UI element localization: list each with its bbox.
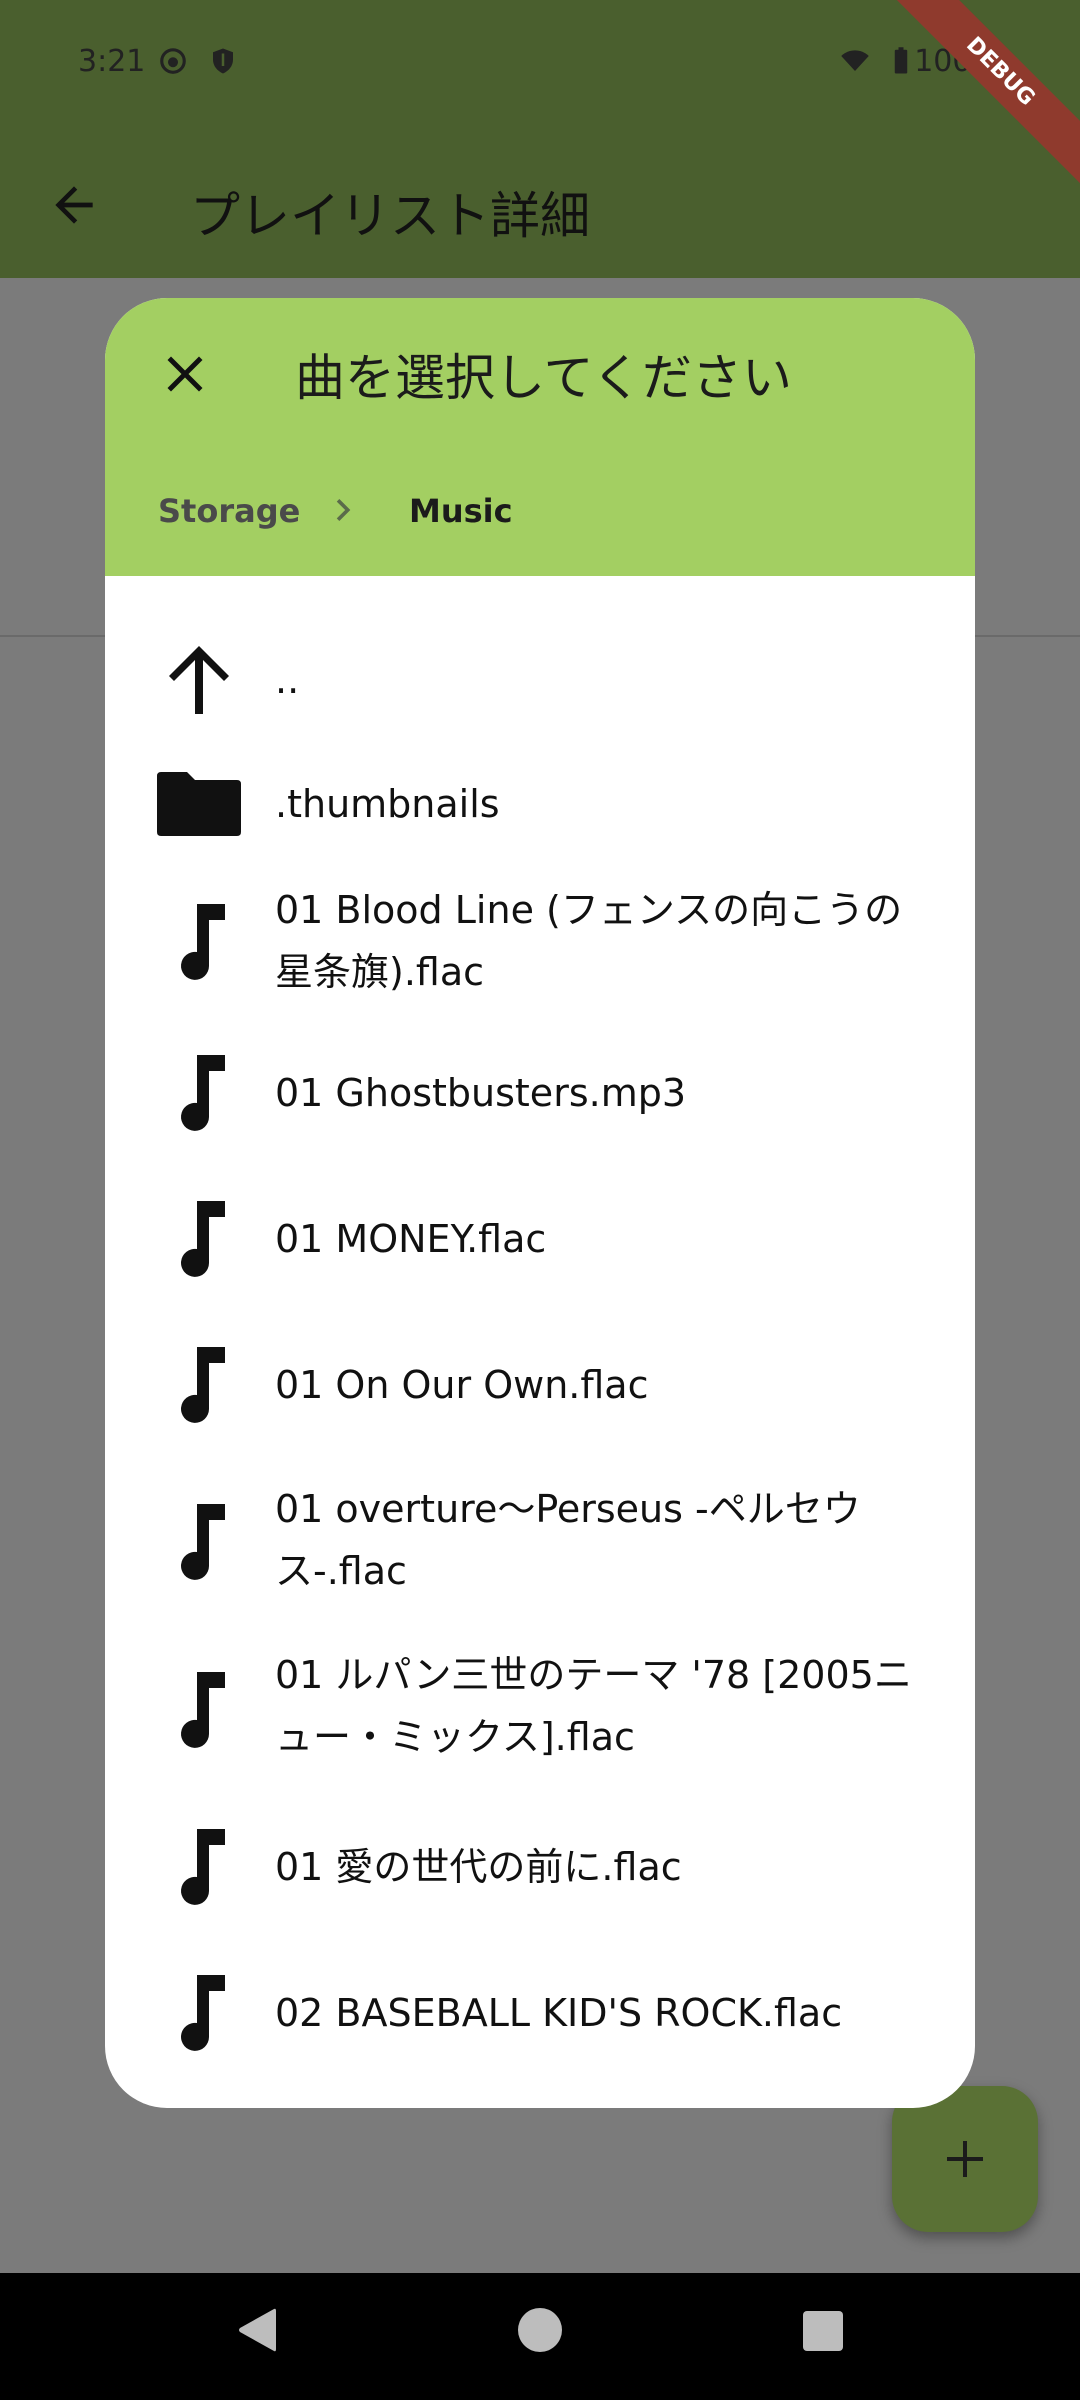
- music-note-icon: [181, 1829, 225, 1905]
- list-item-label: .thumbnails: [275, 782, 500, 826]
- nav-back-icon[interactable]: [234, 2305, 280, 2355]
- chevron-right-icon: [336, 499, 351, 521]
- list-item-audio[interactable]: 01 ルパン三世のテーマ '78 [2005ニュー・ミックス].flac: [105, 1626, 975, 1794]
- status-app-icon: [160, 48, 186, 74]
- music-note-icon: [181, 904, 225, 980]
- list-item-label: 01 愛の世代の前に.flac: [275, 1845, 682, 1889]
- music-note-icon: [181, 1672, 225, 1748]
- list-item-audio[interactable]: 01 愛の世代の前に.flac: [105, 1794, 975, 1940]
- status-time: 3:21: [78, 44, 146, 79]
- dialog-header: 曲を選択してください Storage Music: [105, 298, 975, 576]
- folder-icon: [157, 772, 241, 836]
- back-arrow-icon[interactable]: [46, 177, 102, 233]
- music-note-icon: [181, 1201, 225, 1277]
- list-item-audio[interactable]: 01 MONEY.flac: [105, 1166, 975, 1312]
- breadcrumb-storage[interactable]: Storage: [158, 492, 300, 530]
- system-nav-bar: [0, 2273, 1080, 2400]
- list-item-label: 01 ルパン三世のテーマ '78 [2005ニュー・ミックス].flac: [275, 1653, 912, 1759]
- list-item-audio[interactable]: 01 On Our Own.flac: [105, 1312, 975, 1458]
- list-item-label: 01 Blood Line (フェンスの向こうの星条旗).flac: [275, 888, 903, 994]
- wifi-icon: [841, 50, 869, 71]
- list-item-audio[interactable]: 01 Blood Line (フェンスの向こうの星条旗).flac: [105, 864, 975, 1020]
- list-item-audio[interactable]: 02 BASEBALL KID'S ROCK.flac: [105, 1940, 975, 2086]
- shield-icon: [213, 48, 233, 74]
- nav-recents-icon[interactable]: [802, 2310, 844, 2352]
- list-item-label: 01 MONEY.flac: [275, 1217, 547, 1261]
- nav-home-icon[interactable]: [516, 2306, 564, 2354]
- list-item-label: ..: [275, 658, 300, 702]
- arrow-up-icon: [169, 646, 229, 714]
- close-icon[interactable]: [155, 344, 215, 404]
- list-item-parent[interactable]: ..: [105, 616, 975, 744]
- music-note-icon: [181, 1055, 225, 1131]
- song-picker-dialog: 曲を選択してください Storage Music .. .thumbnails …: [105, 298, 975, 2108]
- breadcrumb-music[interactable]: Music: [409, 492, 513, 530]
- music-note-icon: [181, 1347, 225, 1423]
- page-title: プレイリスト詳細: [190, 187, 590, 245]
- music-note-icon: [181, 1975, 225, 2051]
- list-item-audio[interactable]: 01 Ghostbusters.mp3: [105, 1020, 975, 1166]
- list-item-label: 01 Ghostbusters.mp3: [275, 1071, 687, 1115]
- list-item-audio[interactable]: 01 overture〜Perseus -ペルセウス-.flac: [105, 1458, 975, 1626]
- battery-icon: [894, 47, 908, 74]
- list-item-label: 01 overture〜Perseus -ペルセウス-.flac: [275, 1487, 861, 1593]
- dialog-title: 曲を選択してください: [295, 349, 792, 407]
- music-note-icon: [181, 1504, 225, 1580]
- list-item-folder[interactable]: .thumbnails: [105, 744, 975, 864]
- list-item-label: 02 BASEBALL KID'S ROCK.flac: [275, 1991, 843, 2035]
- list-item-label: 01 On Our Own.flac: [275, 1363, 649, 1407]
